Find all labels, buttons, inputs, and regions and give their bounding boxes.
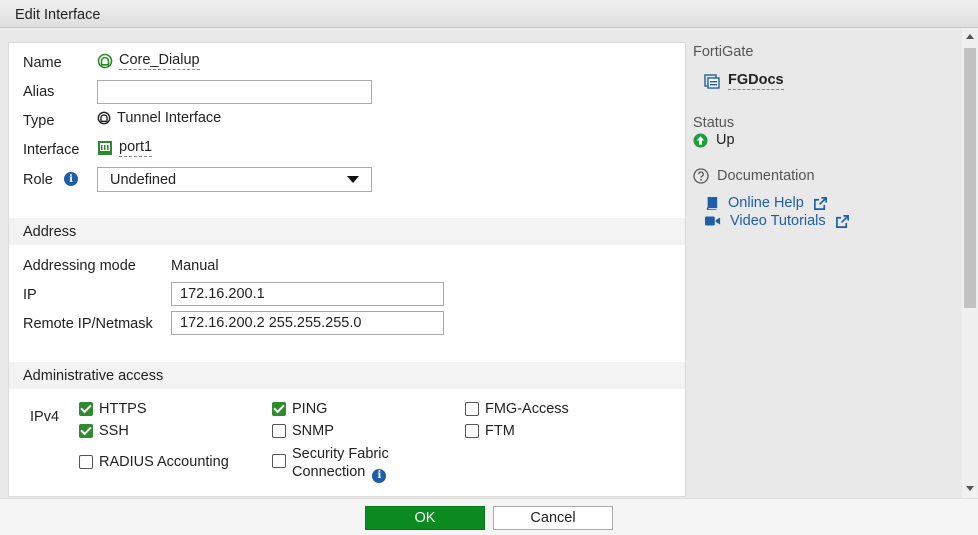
cancel-button[interactable]: Cancel (493, 506, 613, 530)
alias-label: Alias (23, 84, 55, 100)
info-icon[interactable]: i (372, 469, 387, 483)
book-icon (706, 196, 718, 210)
ssh-checkbox[interactable]: SSH (79, 423, 129, 439)
admin-access-section-header: Administrative access (9, 362, 685, 389)
type-text: Tunnel Interface (117, 110, 222, 126)
type-label: Type (23, 113, 55, 129)
type-value: Tunnel Interface (97, 110, 221, 126)
status-header: Status (693, 115, 735, 131)
addressing-mode-value: Manual (171, 258, 219, 274)
arrow-up-circle-icon (693, 132, 708, 148)
edit-interface-form: Name Core_Dialup Alias Type Tunnel Inter… (8, 42, 686, 497)
ping-checkbox[interactable]: PING (272, 401, 327, 417)
tunnel-icon (97, 111, 111, 125)
dialog-footer: OK Cancel (0, 498, 978, 535)
fmg-access-checkbox[interactable]: FMG-Access (465, 401, 569, 417)
ok-button[interactable]: OK (365, 506, 485, 530)
checkbox-unchecked-icon (272, 424, 286, 438)
checkbox-unchecked-icon (79, 455, 93, 469)
ip-input[interactable] (171, 282, 444, 306)
interface-value: port1 (97, 139, 153, 157)
addressing-mode-label: Addressing mode (23, 258, 136, 274)
documentation-header: Documentation (693, 168, 815, 184)
info-sidebar: FortiGate FGDocs Status Up Documentation (686, 28, 962, 498)
remote-ip-label: Remote IP/Netmask (23, 316, 153, 332)
role-selected: Undefined (110, 171, 177, 188)
name-label: Name (23, 55, 62, 71)
scroll-down-icon[interactable] (966, 486, 974, 491)
checkbox-unchecked-icon (272, 454, 286, 468)
external-link-icon (813, 196, 827, 210)
scroll-thumb[interactable] (964, 48, 976, 308)
vertical-scrollbar[interactable] (962, 28, 978, 498)
scroll-up-icon[interactable] (966, 34, 974, 39)
ip-label: IP (23, 287, 37, 303)
remote-ip-input[interactable] (171, 311, 444, 335)
video-camera-icon (705, 216, 721, 226)
port-icon (98, 141, 112, 155)
interface-name: Core_Dialup (119, 52, 200, 70)
checkbox-checked-icon (79, 424, 93, 438)
chevron-down-icon (347, 176, 359, 183)
info-icon[interactable]: i (64, 172, 78, 186)
tunnel-icon (97, 53, 113, 69)
interface-label: Interface (23, 142, 80, 158)
device-name: FGDocs (728, 72, 784, 90)
interface-port: port1 (119, 139, 153, 157)
status-value: Up (716, 132, 735, 148)
radius-accounting-checkbox[interactable]: RADIUS Accounting (79, 454, 229, 470)
name-value: Core_Dialup (97, 52, 200, 70)
role-label: Role (23, 172, 53, 188)
checkbox-checked-icon (272, 402, 286, 416)
checkbox-unchecked-icon (465, 424, 479, 438)
ipv4-label: IPv4 (30, 409, 60, 425)
external-link-icon (835, 214, 849, 228)
checkbox-unchecked-icon (465, 402, 479, 416)
video-tutorials-link[interactable]: Video Tutorials (705, 213, 850, 229)
fortigate-header: FortiGate (693, 44, 754, 60)
status-entry: Up (693, 132, 735, 148)
address-section-header: Address (9, 218, 685, 245)
snmp-checkbox[interactable]: SNMP (272, 423, 334, 439)
security-fabric-checkbox[interactable]: Security Fabric Connection i (272, 445, 389, 483)
device-entry: FGDocs (704, 72, 784, 90)
role-select[interactable]: Undefined (97, 167, 372, 192)
online-help-link[interactable]: Online Help (705, 195, 828, 211)
dialog-title: Edit Interface (0, 0, 978, 28)
device-icon (704, 74, 720, 89)
checkbox-checked-icon (79, 402, 93, 416)
ftm-checkbox[interactable]: FTM (465, 423, 515, 439)
question-circle-icon (693, 168, 709, 184)
alias-input[interactable] (97, 80, 372, 104)
https-checkbox[interactable]: HTTPS (79, 401, 147, 417)
